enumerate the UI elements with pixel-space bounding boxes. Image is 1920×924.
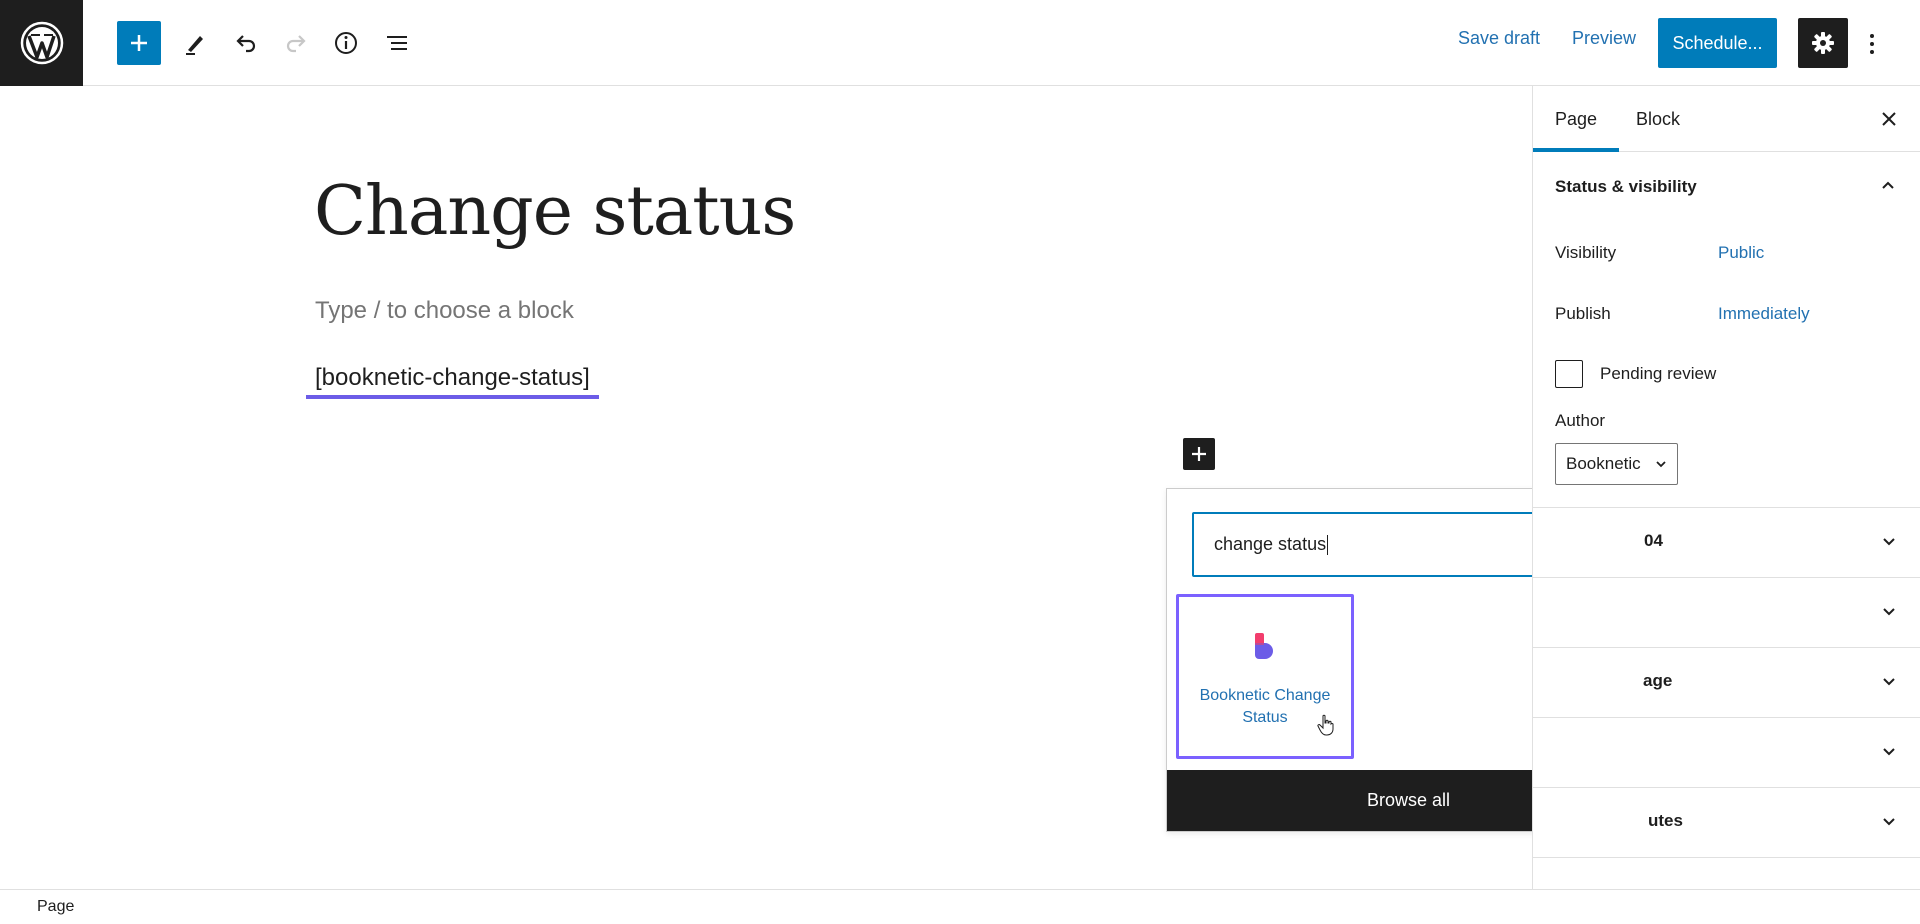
expand-toggle[interactable] bbox=[1877, 739, 1901, 763]
editor-footer: Page bbox=[0, 889, 1920, 924]
plus-icon bbox=[1192, 447, 1206, 461]
shortcode-block[interactable]: [booknetic-change-status] bbox=[306, 360, 599, 399]
more-vertical-icon bbox=[1870, 34, 1874, 54]
expand-toggle[interactable] bbox=[1877, 529, 1901, 553]
info-icon bbox=[335, 32, 357, 54]
close-icon bbox=[1882, 112, 1896, 126]
tools-button[interactable] bbox=[173, 21, 217, 65]
redo-icon bbox=[286, 35, 306, 53]
breadcrumb[interactable]: Page bbox=[37, 898, 74, 916]
expand-toggle[interactable] bbox=[1877, 599, 1901, 623]
chevron-up-icon bbox=[1882, 181, 1894, 189]
collapsed-panel-5[interactable]: utes bbox=[1533, 787, 1920, 857]
undo-button[interactable] bbox=[224, 21, 268, 65]
chevron-down-icon bbox=[1883, 608, 1895, 616]
chevron-down-icon bbox=[1883, 748, 1895, 756]
editor-header: Save draft Preview Schedule... bbox=[0, 0, 1920, 86]
close-sidebar-button[interactable] bbox=[1877, 107, 1901, 131]
settings-sidebar: Page Block Status & visibility Visibilit… bbox=[1532, 86, 1920, 889]
collapsed-panel-3[interactable]: age bbox=[1533, 647, 1920, 717]
text-caret bbox=[1327, 534, 1329, 555]
gear-icon bbox=[1812, 32, 1834, 54]
hand-cursor-icon bbox=[1317, 714, 1334, 736]
panel-title: age bbox=[1643, 671, 1673, 690]
block-appender-placeholder[interactable]: Type / to choose a block bbox=[315, 297, 574, 325]
expand-toggle[interactable] bbox=[1877, 669, 1901, 693]
settings-button[interactable] bbox=[1798, 18, 1848, 68]
inline-inserter-button[interactable] bbox=[1183, 438, 1215, 470]
pending-review-checkbox[interactable] bbox=[1555, 360, 1583, 388]
panel-title: 04 bbox=[1644, 531, 1663, 550]
preview-button[interactable]: Preview bbox=[1572, 28, 1636, 49]
schedule-button[interactable]: Schedule... bbox=[1658, 18, 1777, 68]
collapsed-panel-4[interactable] bbox=[1533, 717, 1920, 787]
status-visibility-toggle[interactable] bbox=[1876, 173, 1900, 197]
chevron-down-icon bbox=[1883, 538, 1895, 546]
tab-page[interactable]: Page bbox=[1532, 86, 1620, 152]
collapsed-panel-2[interactable] bbox=[1533, 577, 1920, 647]
visibility-label: Visibility bbox=[1555, 243, 1617, 262]
visibility-toggle[interactable]: Public bbox=[1718, 243, 1764, 263]
tab-block[interactable]: Block bbox=[1636, 86, 1680, 152]
chevron-down-icon bbox=[1883, 818, 1895, 826]
panel-divider bbox=[1533, 857, 1920, 858]
list-view-button[interactable] bbox=[375, 21, 419, 65]
save-draft-button[interactable]: Save draft bbox=[1458, 28, 1540, 49]
sidebar-tabs: Page Block bbox=[1532, 86, 1920, 152]
post-title[interactable]: Change status bbox=[314, 172, 796, 251]
shortcode-text: [booknetic-change-status] bbox=[315, 363, 590, 391]
details-button[interactable] bbox=[324, 21, 368, 65]
chevron-down-icon bbox=[1656, 461, 1666, 468]
publish-label: Publish bbox=[1555, 304, 1611, 323]
options-button[interactable] bbox=[1860, 22, 1884, 66]
undo-icon bbox=[236, 35, 256, 53]
collapsed-panel-1[interactable]: 04 bbox=[1533, 507, 1920, 577]
plus-icon bbox=[131, 35, 147, 51]
wordpress-logo-button[interactable] bbox=[0, 0, 83, 86]
author-select[interactable]: Booknetic bbox=[1555, 443, 1678, 485]
block-inserter-button[interactable] bbox=[117, 21, 161, 65]
chevron-down-icon bbox=[1883, 678, 1895, 686]
redo-button[interactable] bbox=[274, 21, 318, 65]
status-visibility-heading[interactable]: Status & visibility bbox=[1555, 177, 1697, 197]
pending-review-label[interactable]: Pending review bbox=[1600, 364, 1716, 384]
wordpress-logo-icon bbox=[20, 21, 63, 65]
panel-title: utes bbox=[1648, 811, 1683, 830]
list-view-icon bbox=[387, 36, 407, 50]
booknetic-logo-icon bbox=[1251, 631, 1279, 663]
author-value: Booknetic bbox=[1566, 454, 1641, 473]
author-label: Author bbox=[1555, 411, 1606, 430]
expand-toggle[interactable] bbox=[1877, 809, 1901, 833]
pencil-icon bbox=[186, 36, 203, 55]
publish-date-toggle[interactable]: Immediately bbox=[1718, 304, 1810, 324]
search-value: change status bbox=[1214, 534, 1327, 554]
